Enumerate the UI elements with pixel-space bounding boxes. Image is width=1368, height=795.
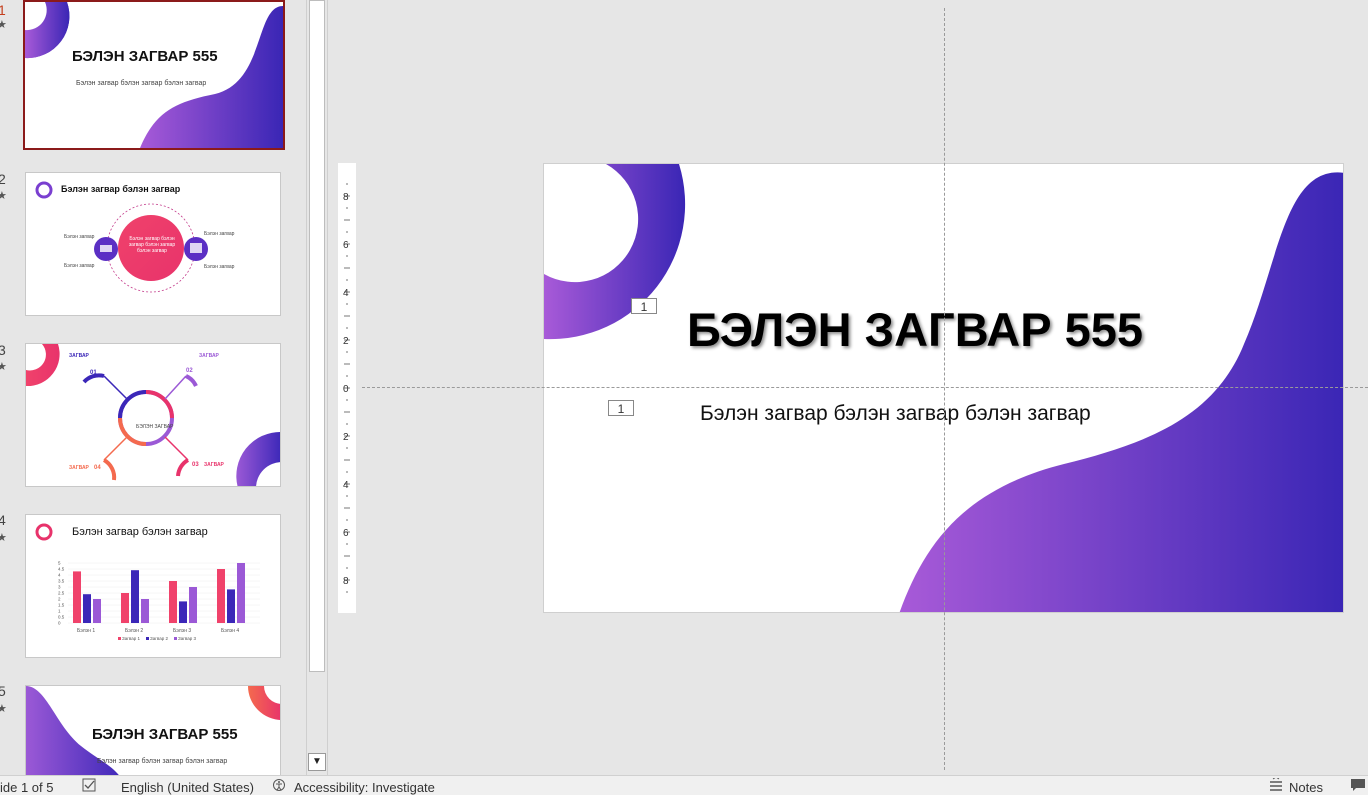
chart-bar xyxy=(121,593,129,623)
chart-legend-label: Загвар 3 xyxy=(178,636,196,641)
slide-thumbnail-pane: 1 ★ БЭЛЭН ЗАГВАР 555 Бэлэн загвар бэлэн … xyxy=(0,0,306,775)
ruler-label: 4 xyxy=(343,480,349,491)
slide-title[interactable]: БЭЛЭН ЗАГВАР 555 xyxy=(687,302,1143,357)
chart-bar xyxy=(169,581,177,623)
star-icon: ★ xyxy=(0,19,7,31)
star-icon: ★ xyxy=(0,361,7,373)
thumb-center-text: Бэлэн загвар бэлэн загвар бэлэн загвар б… xyxy=(128,236,176,254)
star-icon: ★ xyxy=(0,532,7,544)
vertical-ruler: 8 6 4 2 0 2 4 6 8 xyxy=(338,163,356,613)
subtitle-placeholder-tag: 1 xyxy=(608,400,634,416)
thumb-item-label: ЗАГВАР xyxy=(204,462,224,468)
slide-number-1: 1 xyxy=(0,2,6,18)
chart-y-tick: 3 xyxy=(58,585,61,590)
thumb-item-num: 01 xyxy=(90,370,97,376)
chart-legend-label: Загвар 2 xyxy=(150,636,168,641)
chart-legend-swatch xyxy=(118,637,121,640)
chart-legend-label: Загвар 1 xyxy=(122,636,140,641)
chart-bar xyxy=(217,569,225,623)
chart-y-tick: 4 xyxy=(58,573,61,578)
scroll-down-arrow-icon[interactable]: ▼ xyxy=(308,753,326,771)
chart-bar xyxy=(73,571,81,623)
chart-bar xyxy=(227,589,235,623)
chart-bar xyxy=(93,599,101,623)
accessibility-icon[interactable] xyxy=(272,778,290,795)
thumb-label: Бэлэн загвар xyxy=(204,231,235,237)
chart-y-tick: 0.5 xyxy=(58,615,65,620)
chart-bar xyxy=(83,594,91,623)
ruler-label: 4 xyxy=(343,288,349,299)
thumb-label: Бэлэн загвар xyxy=(64,263,95,269)
chart-x-tick: Бэлэн 1 xyxy=(77,628,95,634)
ruler-label: 2 xyxy=(343,336,349,347)
ruler-label: 0 xyxy=(343,384,349,395)
chart-bar xyxy=(189,587,197,623)
horizontal-guide[interactable] xyxy=(362,387,1368,388)
thumb-item-num: 03 xyxy=(192,462,199,468)
ruler-label: 6 xyxy=(343,528,349,539)
star-icon: ★ xyxy=(0,703,7,715)
chart-y-tick: 2.5 xyxy=(58,591,65,596)
thumb-label: Бэлэн загвар xyxy=(204,264,235,270)
comments-icon[interactable] xyxy=(1350,778,1366,795)
thumb-item-label: ЗАГВАР xyxy=(199,353,219,359)
slide-subtitle[interactable]: Бэлэн загвар бэлэн загвар бэлэн загвар xyxy=(700,402,1091,426)
language-status[interactable]: English (United States) xyxy=(121,780,254,795)
slide-number-3: 3 xyxy=(0,342,6,358)
thumb-title: Бэлэн загвар бэлэн загвар xyxy=(61,184,181,194)
thumb-title: Бэлэн загвар бэлэн загвар xyxy=(72,526,208,538)
thumb-label: Бэлэн загвар xyxy=(64,234,95,240)
chart-y-tick: 0 xyxy=(58,621,61,626)
chart-x-tick: Бэлэн 2 xyxy=(125,628,143,634)
chart-bar xyxy=(141,599,149,623)
thumb-title: БЭЛЭН ЗАГВАР 555 xyxy=(92,726,238,743)
chart-x-tick: Бэлэн 3 xyxy=(173,628,191,634)
slide-number-5: 5 xyxy=(0,683,6,699)
thumb-item-num: 04 xyxy=(94,465,101,471)
thumb-subtitle: Бэлэн загвар бэлэн загвар бэлэн загвар xyxy=(76,80,207,87)
ruler-label: 6 xyxy=(343,240,349,251)
thumb-item-num: 02 xyxy=(186,368,193,374)
accessibility-status[interactable]: Accessibility: Investigate xyxy=(294,780,435,795)
scrollbar-thumb[interactable] xyxy=(309,0,325,672)
vertical-guide[interactable] xyxy=(944,8,945,770)
slide-thumbnail-2[interactable]: Бэлэн загвар бэлэн загвар Бэлэн загвар б… xyxy=(25,172,281,316)
chart-y-tick: 3.5 xyxy=(58,579,65,584)
ruler-label: 8 xyxy=(343,576,349,587)
chart-y-tick: 2 xyxy=(58,597,61,602)
chart-y-tick: 1 xyxy=(58,609,61,614)
chart-legend-swatch xyxy=(174,637,177,640)
slide-number-4: 4 xyxy=(0,512,6,528)
chart-bar xyxy=(237,563,245,623)
ruler-label: 8 xyxy=(343,192,349,203)
thumb-subtitle: Бэлэн загвар бэлэн загвар бэлэн загвар xyxy=(97,758,228,765)
notes-icon[interactable] xyxy=(1268,776,1284,795)
chart-bar xyxy=(131,570,139,623)
slide-thumbnail-4[interactable]: 5 4.5 4 3.5 3 2.5 2 1.5 1 0.5 0 Бэлэн 1 Бэлэн 2 Бэлэн… xyxy=(25,514,281,658)
slide-thumbnail-1[interactable]: БЭЛЭН ЗАГВАР 555 Бэлэн загвар бэлэн загв… xyxy=(23,0,285,150)
thumb-center-text: БЭЛЭН ЗАГВАР xyxy=(136,424,174,430)
slide-number-2: 2 xyxy=(0,171,6,187)
thumb-title: БЭЛЭН ЗАГВАР 555 xyxy=(72,48,218,65)
chart-y-tick: 4.5 xyxy=(58,567,65,572)
chart-legend-swatch xyxy=(146,637,149,640)
circle-bullet-icon xyxy=(35,523,53,541)
slide-thumbnail-3[interactable]: БЭЛЭН ЗАГВАР ЗАГВАР 01 ЗАГВАР 02 ЗАГВАР … xyxy=(25,343,281,487)
ruler-label: 2 xyxy=(343,432,349,443)
star-icon: ★ xyxy=(0,190,7,202)
chart-x-tick: Бэлэн 4 xyxy=(221,628,239,634)
thumb-item-label: ЗАГВАР xyxy=(69,353,89,359)
status-bar: ide 1 of 5 English (United States) Acces… xyxy=(0,775,1368,795)
chart-y-tick: 1.5 xyxy=(58,603,65,608)
chart-y-tick: 5 xyxy=(58,561,61,566)
thumbnail-scrollbar[interactable]: ▼ xyxy=(306,0,328,775)
title-placeholder-tag: 1 xyxy=(631,298,657,314)
chart-bar xyxy=(179,601,187,623)
slide-count-status: ide 1 of 5 xyxy=(0,780,54,795)
thumb-item-label: ЗАГВАР xyxy=(69,465,89,471)
notes-button[interactable]: Notes xyxy=(1289,780,1323,795)
spell-check-icon[interactable] xyxy=(82,778,98,795)
slide-thumbnail-5[interactable]: БЭЛЭН ЗАГВАР 555 Бэлэн загвар бэлэн загв… xyxy=(25,685,281,775)
